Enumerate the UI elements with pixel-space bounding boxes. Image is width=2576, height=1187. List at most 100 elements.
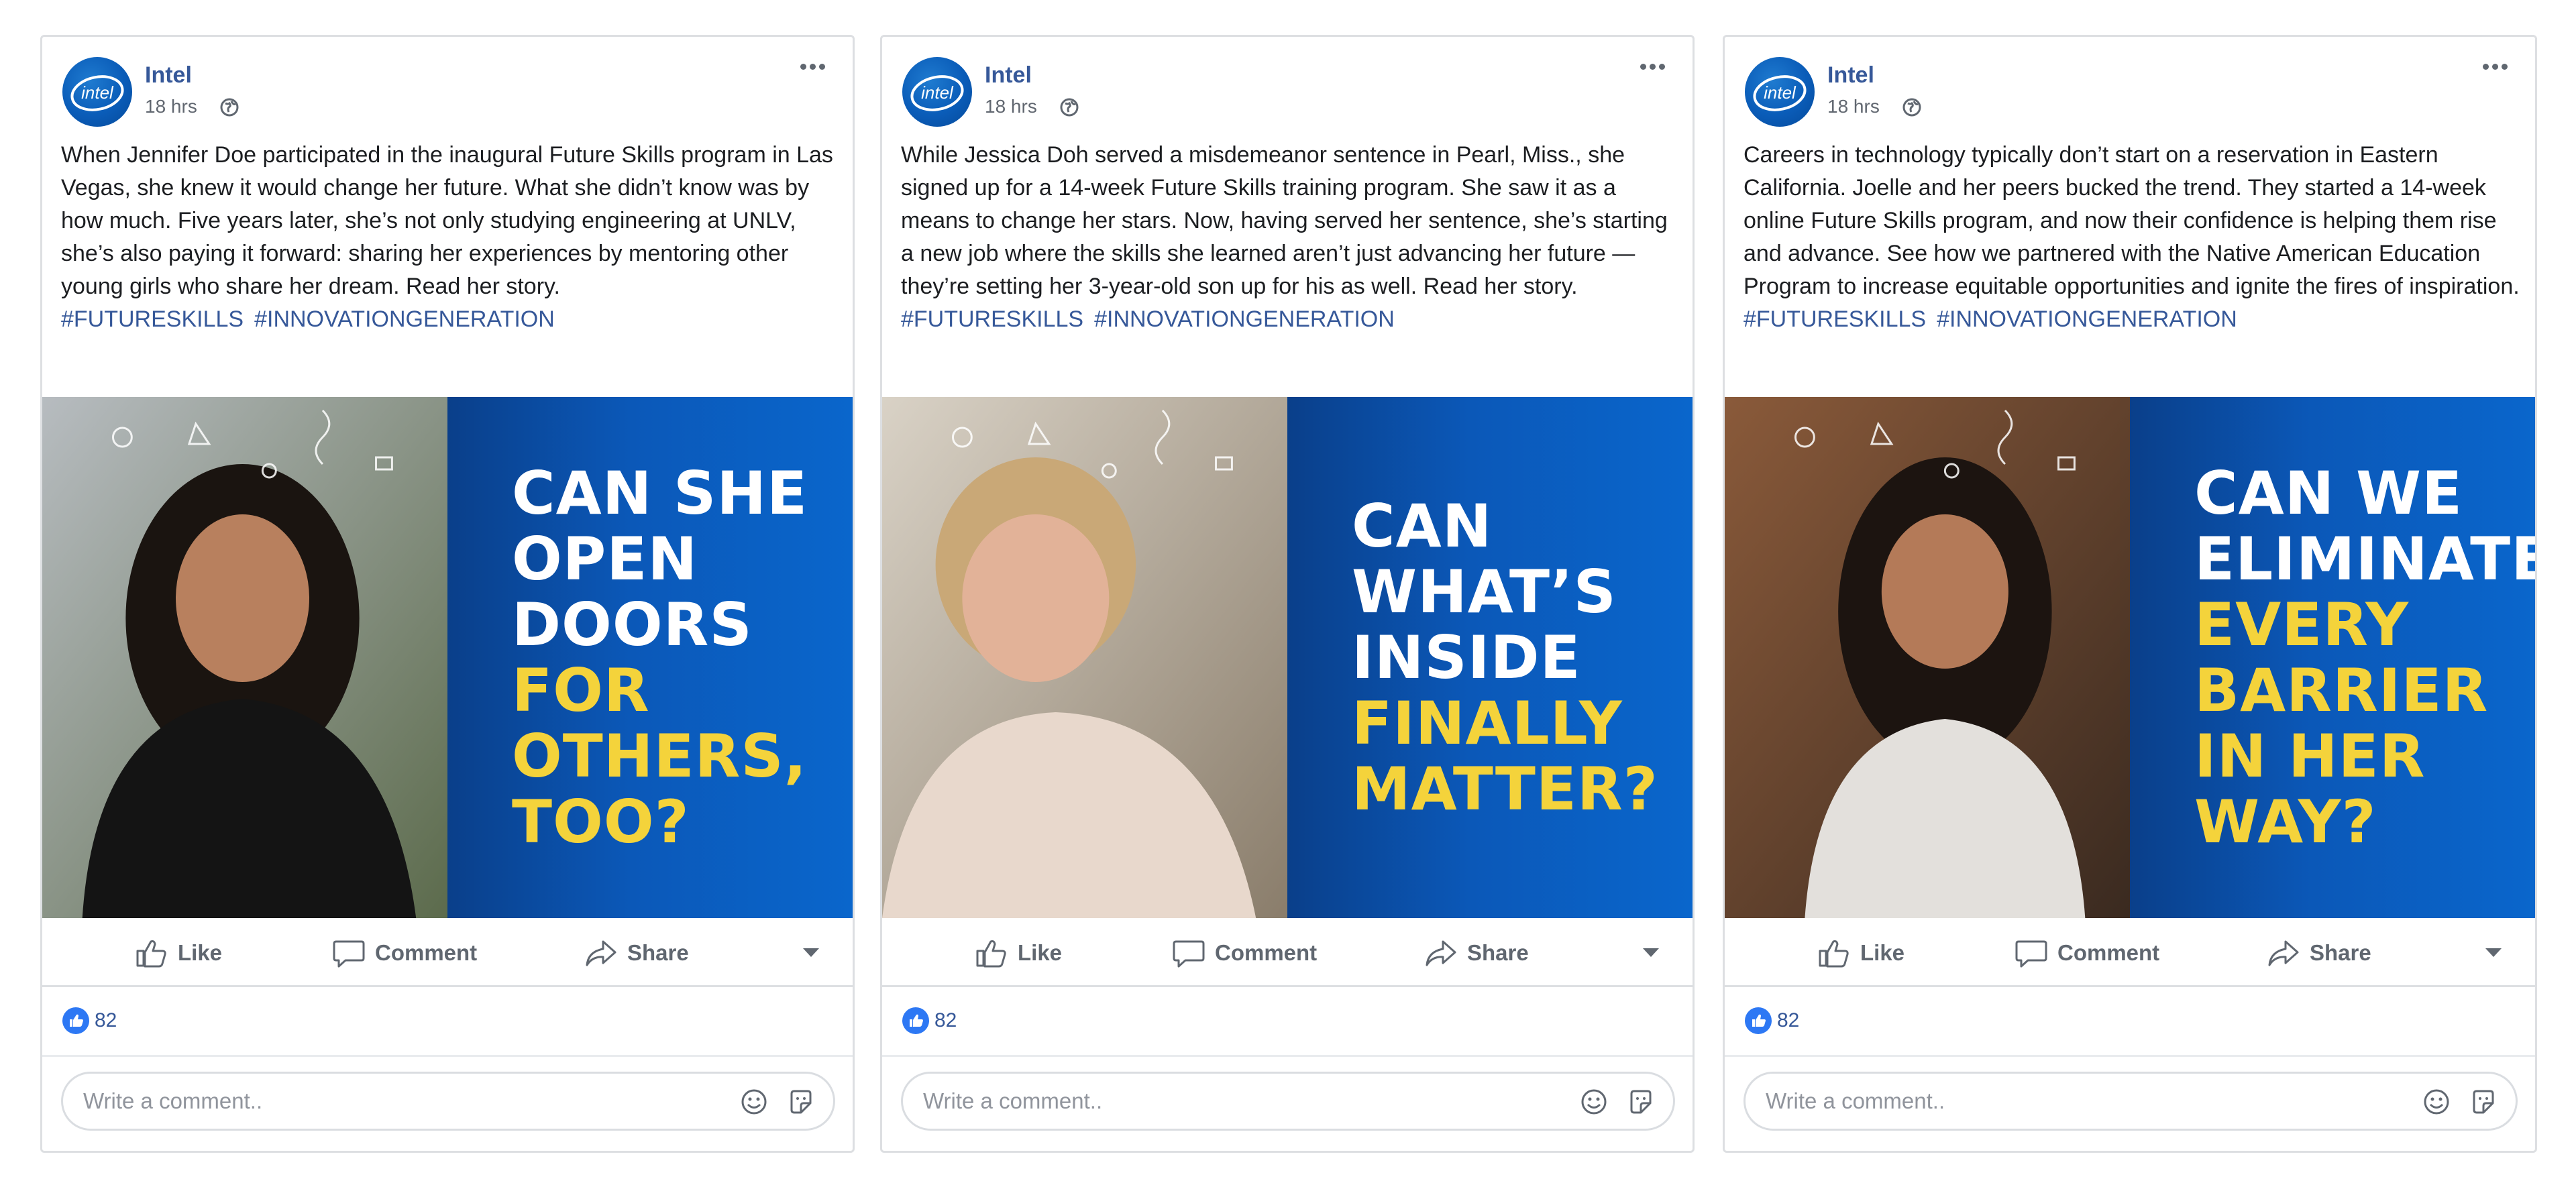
headline-line: INSIDE <box>1352 622 1581 692</box>
headline-line: CAN SHE <box>512 458 808 528</box>
action-bar: Like Comment Share <box>1725 920 2535 987</box>
share-button[interactable]: Share <box>1424 938 1529 968</box>
intel-logo: intel <box>1753 75 1807 111</box>
hashtag-link[interactable]: #INNOVATIONGENERATION <box>1094 306 1395 332</box>
photo-illustration <box>1725 397 2130 918</box>
sticker-icon[interactable] <box>1626 1087 1656 1117</box>
page-name-link[interactable]: Intel <box>1827 62 1874 89</box>
headline-line: FINALLY <box>1352 688 1623 758</box>
divider <box>882 1055 1693 1057</box>
action-bar: Like Comment Share <box>882 920 1693 987</box>
comment-input[interactable] <box>923 1074 1554 1129</box>
like-label: Like <box>178 940 223 965</box>
intel-logo: intel <box>910 75 964 111</box>
more-options-icon[interactable] <box>1640 61 1678 81</box>
like-button[interactable]: Like <box>1817 938 1904 968</box>
portrait-photo <box>1725 397 2130 918</box>
comment-input[interactable] <box>1766 1074 2396 1129</box>
share-label: Share <box>1467 940 1529 965</box>
headline-panel: CAN SHE OPEN DOORS FOR OTHERS, TOO? <box>447 397 853 918</box>
comment-input[interactable] <box>83 1074 714 1129</box>
headline-line: DOORS <box>512 589 753 659</box>
comment-button[interactable]: Comment <box>332 938 477 968</box>
hashtag-link[interactable]: #INNOVATIONGENERATION <box>1937 306 2237 332</box>
like-icon <box>1819 940 1849 968</box>
headline-line: TOO? <box>512 787 690 856</box>
comment-label: Comment <box>2057 940 2160 965</box>
post-message: While Jessica Doh served a misdemeanor s… <box>901 142 1668 299</box>
sticker-icon[interactable] <box>786 1087 816 1117</box>
post-message: When Jennifer Doe participated in the in… <box>61 142 833 299</box>
reaction-summary[interactable]: 82 <box>62 1007 117 1034</box>
more-options-icon[interactable] <box>800 61 838 81</box>
hashtag-link[interactable]: #INNOVATIONGENERATION <box>254 306 555 332</box>
share-button[interactable]: Share <box>2267 938 2371 968</box>
post-header: intel Intel 18 hrs <box>1725 37 2535 137</box>
caret-down-icon[interactable] <box>1643 948 1659 957</box>
comment-label: Comment <box>1215 940 1318 965</box>
caret-down-icon[interactable] <box>803 948 819 957</box>
share-icon <box>586 940 616 966</box>
post-card: intel Intel 18 hrs Careers in technology… <box>1723 35 2537 1153</box>
headline-line: BARRIER <box>2194 655 2489 725</box>
emoji-icon[interactable] <box>2422 1087 2451 1117</box>
page-avatar[interactable]: intel <box>1745 57 1815 127</box>
headline-panel: CAN WE ELIMINATE EVERY BARRIER IN HER WAY? <box>2130 397 2535 918</box>
post-header: intel Intel 18 hrs <box>882 37 1693 137</box>
ad-creative-image[interactable]: CAN WE ELIMINATE EVERY BARRIER IN HER WAY? <box>1725 397 2535 918</box>
page-avatar[interactable]: intel <box>902 57 972 127</box>
post-timestamp[interactable]: 18 hrs <box>145 96 197 117</box>
post-message: Careers in technology typically don’t st… <box>1743 142 2520 299</box>
divider <box>42 1055 853 1057</box>
page-name-link[interactable]: Intel <box>145 62 192 89</box>
post-body: While Jessica Doh served a misdemeanor s… <box>901 139 1678 336</box>
headline-line: WAY? <box>2194 787 2377 856</box>
like-button[interactable]: Like <box>135 938 222 968</box>
comment-button[interactable]: Comment <box>1172 938 1317 968</box>
post-card: intel Intel 18 hrs While Jessica Doh ser… <box>880 35 1695 1153</box>
like-icon <box>136 940 166 968</box>
post-timestamp[interactable]: 18 hrs <box>985 96 1037 117</box>
action-bar: Like Comment Share <box>42 920 853 987</box>
page-name-link[interactable]: Intel <box>985 62 1032 89</box>
headline-line: ELIMINATE <box>2194 524 2537 594</box>
post-timestamp[interactable]: 18 hrs <box>1827 96 1880 117</box>
share-icon <box>2268 940 2299 966</box>
hashtag-link[interactable]: #FUTURESKILLS <box>61 306 244 332</box>
reaction-summary[interactable]: 82 <box>902 1007 957 1034</box>
logo-text: intel <box>81 82 114 103</box>
logo-text: intel <box>921 82 954 103</box>
comment-composer <box>1743 1072 2518 1131</box>
hashtag-link[interactable]: #FUTURESKILLS <box>901 306 1083 332</box>
reaction-count: 82 <box>1777 1009 1800 1031</box>
intel-logo: intel <box>70 75 124 111</box>
comment-composer <box>61 1072 835 1131</box>
comment-button[interactable]: Comment <box>2015 938 2159 968</box>
photo-illustration <box>882 397 1287 918</box>
headline-line: IN HER <box>2194 721 2426 791</box>
caret-down-icon[interactable] <box>2485 948 2502 957</box>
post-body: When Jennifer Doe participated in the in… <box>61 139 838 336</box>
globe-icon <box>1060 98 1079 117</box>
reaction-summary[interactable]: 82 <box>1745 1007 1799 1034</box>
emoji-icon[interactable] <box>1579 1087 1609 1117</box>
reaction-count: 82 <box>95 1009 117 1031</box>
more-options-icon[interactable] <box>2483 61 2520 81</box>
comment-label: Comment <box>375 940 478 965</box>
share-button[interactable]: Share <box>584 938 689 968</box>
sticker-icon[interactable] <box>2469 1087 2498 1117</box>
like-reaction-icon <box>1745 1007 1772 1034</box>
comment-icon <box>333 940 365 968</box>
headline-line: OPEN <box>512 524 698 594</box>
emoji-icon[interactable] <box>739 1087 769 1117</box>
like-reaction-icon <box>902 1007 929 1034</box>
ad-creative-image[interactable]: CAN WHAT’S INSIDE FINALLY MATTER? <box>882 397 1693 918</box>
ad-creative-image[interactable]: CAN SHE OPEN DOORS FOR OTHERS, TOO? <box>42 397 853 918</box>
comment-composer <box>901 1072 1675 1131</box>
like-button[interactable]: Like <box>975 938 1062 968</box>
headline-line: OTHERS, <box>512 721 808 791</box>
page-avatar[interactable]: intel <box>62 57 132 127</box>
hashtag-link[interactable]: #FUTURESKILLS <box>1743 306 1926 332</box>
like-icon <box>976 940 1006 968</box>
photo-illustration <box>42 397 447 918</box>
